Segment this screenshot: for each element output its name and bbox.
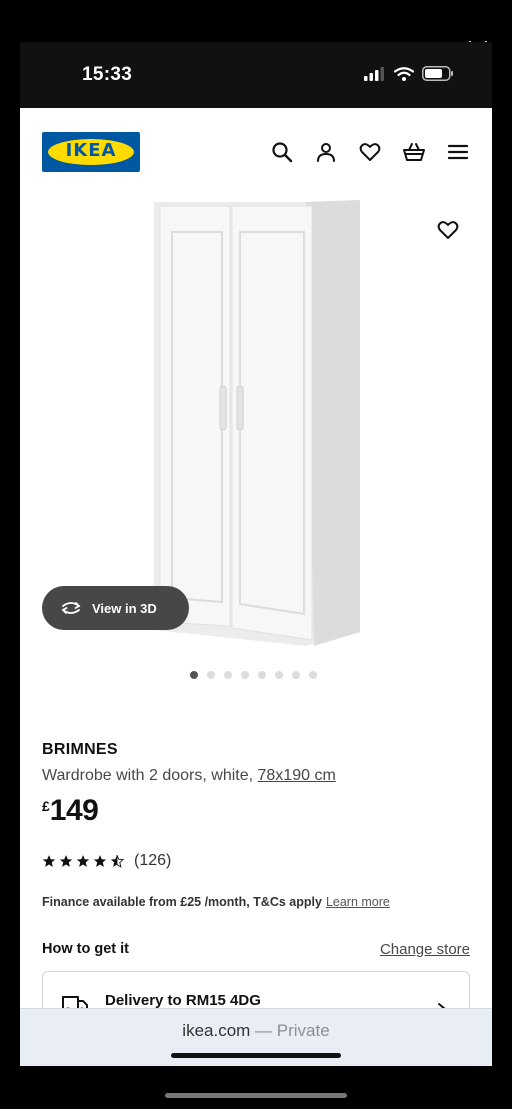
add-to-favourites-icon[interactable]	[436, 218, 460, 242]
rotate-3d-icon	[61, 602, 81, 614]
view-in-3d-button[interactable]: View in 3D	[42, 586, 189, 630]
status-bar: 15:33	[20, 42, 492, 108]
finance-info: Finance available from £25 /month, T&Cs …	[42, 895, 390, 909]
gallery-dot[interactable]	[190, 671, 198, 679]
browser-address[interactable]: ikea.com — Private	[20, 1021, 492, 1041]
gallery-dot[interactable]	[224, 671, 232, 679]
status-icons	[364, 66, 454, 81]
logo-text: IKEA	[65, 140, 117, 161]
menu-icon[interactable]	[446, 140, 470, 164]
home-indicator[interactable]	[171, 1053, 341, 1058]
product-description: Wardrobe with 2 doors, white, 78x190 cm	[42, 767, 336, 785]
learn-more-link[interactable]: Learn more	[326, 895, 390, 909]
product-price: £149	[42, 794, 99, 828]
header-actions	[270, 140, 470, 164]
half-star-icon	[110, 854, 124, 868]
heart-icon[interactable]	[358, 140, 382, 164]
price-value: 149	[49, 794, 99, 827]
search-icon[interactable]	[270, 140, 294, 164]
basket-icon[interactable]	[402, 140, 426, 164]
finance-text: Finance available from £25 /month, T&Cs …	[42, 895, 322, 909]
star-icon	[93, 855, 107, 867]
star-icon	[59, 855, 73, 867]
wifi-icon	[394, 66, 414, 81]
how-to-get-it-title: How to get it	[42, 941, 129, 957]
product-name: BRIMNES	[42, 741, 118, 758]
url-separator: —	[250, 1021, 277, 1040]
gallery-dot[interactable]	[241, 671, 249, 679]
status-time: 15:33	[82, 64, 133, 85]
change-store-link[interactable]: Change store	[380, 941, 470, 958]
gallery-dot[interactable]	[292, 671, 300, 679]
signal-icon	[364, 66, 384, 81]
browser-bottom-bar: ikea.com — Private	[20, 1008, 492, 1066]
gallery-dots	[190, 671, 317, 679]
rating-stars	[42, 854, 124, 868]
ikea-logo[interactable]: IKEA	[42, 132, 140, 172]
product-description-text: Wardrobe with 2 doors, white,	[42, 767, 258, 784]
product-rating[interactable]: (126)	[42, 852, 171, 870]
account-icon[interactable]	[314, 140, 338, 164]
gallery-dot[interactable]	[258, 671, 266, 679]
gallery-dot[interactable]	[275, 671, 283, 679]
phone-screen: 15:33 IKEA View in 3D BRIMNES Wardrobe w…	[20, 42, 492, 1066]
star-icon	[76, 855, 90, 867]
price-currency: £	[42, 798, 50, 814]
battery-icon	[422, 66, 453, 81]
delivery-label: Delivery to RM15 4DG	[105, 992, 261, 1009]
star-icon	[42, 855, 56, 867]
gallery-dot[interactable]	[309, 671, 317, 679]
product-dimensions-link[interactable]: 78x190 cm	[258, 767, 336, 784]
gallery-dot[interactable]	[207, 671, 215, 679]
private-mode-label: Private	[276, 1021, 330, 1040]
product-image[interactable]	[146, 194, 366, 654]
rating-count: (126)	[134, 852, 172, 869]
site-header: IKEA	[20, 108, 492, 194]
outer-home-indicator	[165, 1093, 347, 1098]
view-in-3d-label: View in 3D	[92, 600, 157, 616]
url-domain: ikea.com	[182, 1021, 251, 1040]
